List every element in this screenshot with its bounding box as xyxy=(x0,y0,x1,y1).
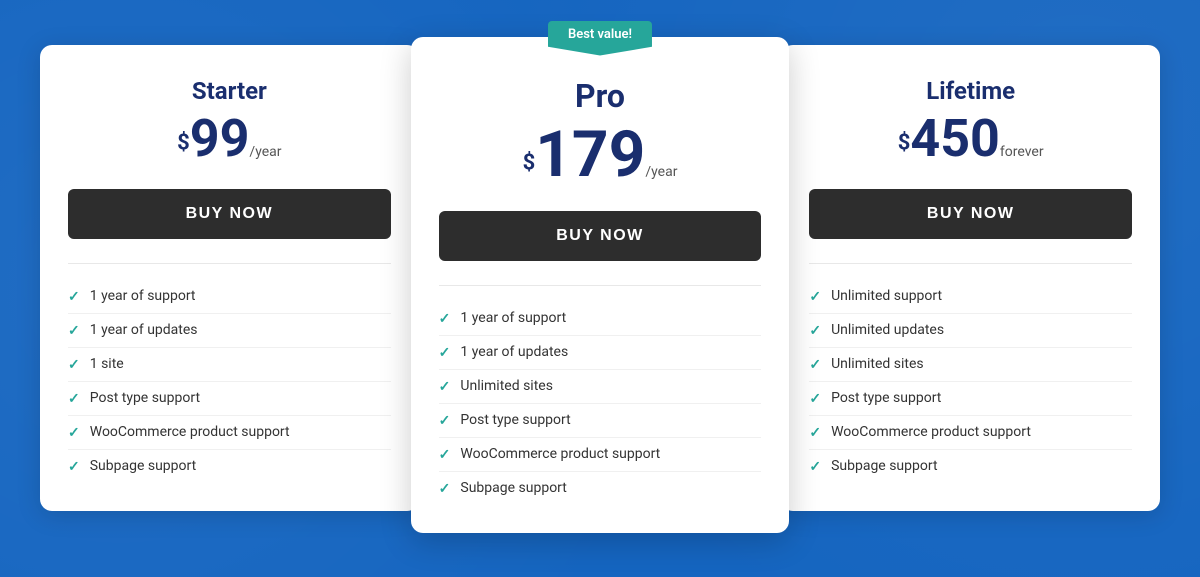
plan-card-lifetime: Lifetime $450forever BUY NOW ✓ Unlimited… xyxy=(781,45,1160,511)
feature-text: WooCommerce product support xyxy=(460,446,660,462)
feature-item: ✓ 1 year of updates xyxy=(68,314,391,348)
feature-text: Post type support xyxy=(831,390,941,406)
feature-text: Subpage support xyxy=(831,458,937,474)
feature-item: ✓ 1 year of support xyxy=(439,302,762,336)
price-period: forever xyxy=(1000,144,1044,160)
plan-name: Pro xyxy=(439,77,762,115)
feature-text: 1 year of updates xyxy=(90,322,198,338)
best-value-badge: Best value! xyxy=(548,21,652,56)
feature-item: ✓ Unlimited support xyxy=(809,280,1132,314)
feature-text: Post type support xyxy=(460,412,570,428)
feature-item: ✓ WooCommerce product support xyxy=(809,416,1132,450)
feature-item: ✓ Subpage support xyxy=(68,450,391,483)
feature-text: WooCommerce product support xyxy=(90,424,290,440)
feature-text: Subpage support xyxy=(460,480,566,496)
feature-text: Unlimited sites xyxy=(460,378,553,394)
feature-text: Unlimited support xyxy=(831,288,942,304)
currency-symbol: $ xyxy=(177,130,190,155)
feature-item: ✓ 1 year of updates xyxy=(439,336,762,370)
feature-text: Subpage support xyxy=(90,458,196,474)
currency-symbol: $ xyxy=(898,130,911,155)
plan-name: Lifetime xyxy=(809,77,1132,105)
checkmark-icon: ✓ xyxy=(809,357,821,373)
checkmark-icon: ✓ xyxy=(809,459,821,475)
feature-item: ✓ Post type support xyxy=(68,382,391,416)
feature-text: Unlimited updates xyxy=(831,322,944,338)
feature-text: Unlimited sites xyxy=(831,356,924,372)
feature-text: 1 year of support xyxy=(460,310,566,326)
divider xyxy=(809,263,1132,264)
feature-list: ✓ Unlimited support ✓ Unlimited updates … xyxy=(809,280,1132,483)
divider xyxy=(439,285,762,286)
pricing-section: Starter $99/year BUY NOW ✓ 1 year of sup… xyxy=(40,45,1160,533)
plan-price: $450forever xyxy=(809,113,1132,165)
checkmark-icon: ✓ xyxy=(809,323,821,339)
feature-item: ✓ Unlimited sites xyxy=(809,348,1132,382)
feature-item: ✓ Subpage support xyxy=(809,450,1132,483)
checkmark-icon: ✓ xyxy=(68,357,80,373)
feature-text: 1 year of support xyxy=(90,288,196,304)
buy-now-button[interactable]: BUY NOW xyxy=(68,189,391,239)
feature-list: ✓ 1 year of support ✓ 1 year of updates … xyxy=(439,302,762,505)
feature-text: Post type support xyxy=(90,390,200,406)
checkmark-icon: ✓ xyxy=(68,323,80,339)
plan-price: $179/year xyxy=(439,123,762,187)
checkmark-icon: ✓ xyxy=(68,289,80,305)
buy-now-button[interactable]: BUY NOW xyxy=(809,189,1132,239)
checkmark-icon: ✓ xyxy=(68,391,80,407)
feature-item: ✓ 1 year of support xyxy=(68,280,391,314)
feature-item: ✓ Post type support xyxy=(439,404,762,438)
feature-text: WooCommerce product support xyxy=(831,424,1031,440)
price-period: /year xyxy=(645,164,677,180)
divider xyxy=(68,263,391,264)
checkmark-icon: ✓ xyxy=(809,289,821,305)
checkmark-icon: ✓ xyxy=(809,425,821,441)
price-amount: 450 xyxy=(910,108,1000,169)
checkmark-icon: ✓ xyxy=(439,481,451,497)
plan-name: Starter xyxy=(68,77,391,105)
checkmark-icon: ✓ xyxy=(68,459,80,475)
checkmark-icon: ✓ xyxy=(809,391,821,407)
currency-symbol: $ xyxy=(523,150,536,175)
checkmark-icon: ✓ xyxy=(439,311,451,327)
checkmark-icon: ✓ xyxy=(439,447,451,463)
feature-item: ✓ WooCommerce product support xyxy=(439,438,762,472)
checkmark-icon: ✓ xyxy=(68,425,80,441)
feature-item: ✓ Unlimited updates xyxy=(809,314,1132,348)
feature-item: ✓ WooCommerce product support xyxy=(68,416,391,450)
plan-price: $99/year xyxy=(68,113,391,165)
feature-item: ✓ Unlimited sites xyxy=(439,370,762,404)
feature-list: ✓ 1 year of support ✓ 1 year of updates … xyxy=(68,280,391,483)
feature-text: 1 site xyxy=(90,356,124,372)
checkmark-icon: ✓ xyxy=(439,345,451,361)
buy-now-button[interactable]: BUY NOW xyxy=(439,211,762,261)
price-amount: 179 xyxy=(535,117,645,192)
feature-item: ✓ Subpage support xyxy=(439,472,762,505)
checkmark-icon: ✓ xyxy=(439,413,451,429)
plan-card-starter: Starter $99/year BUY NOW ✓ 1 year of sup… xyxy=(40,45,419,511)
price-period: /year xyxy=(249,144,281,160)
feature-item: ✓ 1 site xyxy=(68,348,391,382)
checkmark-icon: ✓ xyxy=(439,379,451,395)
feature-text: 1 year of updates xyxy=(460,344,568,360)
price-amount: 99 xyxy=(190,108,250,169)
feature-item: ✓ Post type support xyxy=(809,382,1132,416)
plan-card-pro: Best value! Pro $179/year BUY NOW ✓ 1 ye… xyxy=(411,37,790,533)
